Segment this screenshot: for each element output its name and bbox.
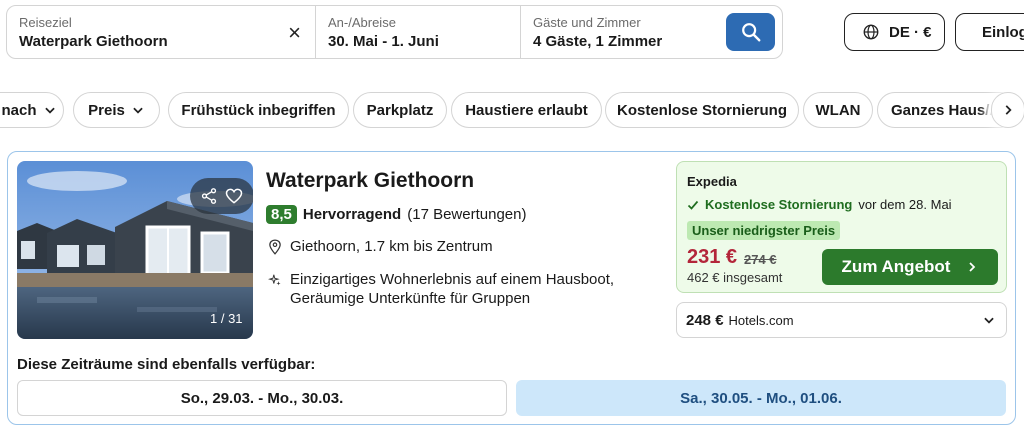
- date-option[interactable]: So., 29.03. - Mo., 30.03.: [17, 380, 507, 416]
- destination-field[interactable]: Reiseziel Waterpark Giethoorn ×: [7, 6, 316, 58]
- view-deal-button[interactable]: Zum Angebot: [822, 249, 998, 285]
- filter-chip-pets[interactable]: Haustiere erlaubt: [451, 92, 602, 128]
- login-label: Einloggen: [982, 23, 1024, 41]
- chevron-down-icon[interactable]: [982, 313, 996, 327]
- rating-score: 8,5: [266, 205, 297, 224]
- chevron-down-icon: [133, 107, 143, 114]
- search-button[interactable]: [726, 13, 775, 51]
- best-offer[interactable]: Expedia Kostenlose Stornierung vor dem 2…: [676, 161, 1007, 293]
- search-bar: Reiseziel Waterpark Giethoorn × An-/Abre…: [6, 5, 783, 59]
- offer-price: 231 €: [687, 246, 738, 268]
- filter-chip-label: nach: [1, 101, 37, 119]
- cancellation-highlight: Kostenlose Stornierung: [705, 197, 853, 212]
- offer-total: 462 € insgesamt: [687, 270, 783, 285]
- chevron-right-icon: [1005, 105, 1012, 115]
- location-text: Giethoorn, 1.7 km bis Zentrum: [290, 238, 493, 255]
- heart-icon[interactable]: [224, 186, 244, 206]
- close-icon[interactable]: ×: [288, 22, 301, 44]
- alt-offer-provider: Hotels.com: [728, 312, 794, 328]
- review-count[interactable]: (17 Bewertungen): [407, 206, 526, 223]
- alt-offer-price: 248 €: [686, 311, 724, 329]
- filters-next-button[interactable]: [991, 92, 1024, 128]
- checkmark-icon: [687, 200, 699, 210]
- filter-chip-wifi[interactable]: WLAN: [803, 92, 873, 128]
- location-pin-icon: [269, 239, 281, 255]
- chevron-right-icon: [969, 262, 976, 272]
- rating-label: Hervorragend: [302, 206, 402, 223]
- photo-counter: 1 / 31: [210, 311, 243, 326]
- filter-chip-label: Frühstück inbegriffen: [181, 101, 336, 119]
- guests-label: Gäste und Zimmer: [533, 15, 641, 30]
- destination-value[interactable]: Waterpark Giethoorn: [19, 33, 303, 50]
- filter-chip-free-cancellation[interactable]: Kostenlose Stornierung: [605, 92, 799, 128]
- features-line-2: Geräumige Unterkünfte für Gruppen: [290, 290, 531, 307]
- view-deal-label: Zum Angebot: [841, 257, 951, 276]
- filter-chip-label: Haustiere erlaubt: [465, 101, 588, 119]
- cancellation-info: Kostenlose Stornierung vor dem 28. Mai: [687, 197, 952, 212]
- offer-old-price: 274 €: [744, 252, 777, 267]
- dates-field[interactable]: An-/Abreise 30. Mai - 1. Juni: [316, 6, 521, 58]
- globe-icon: [863, 24, 879, 40]
- sparkle-icon: [268, 274, 281, 286]
- alternative-offer[interactable]: 248 € Hotels.com: [676, 302, 1007, 338]
- result-card[interactable]: 1 / 31 Waterpark Giethoorn 8,5 Hervorrag…: [7, 151, 1016, 425]
- hotel-photo[interactable]: 1 / 31: [17, 161, 253, 339]
- filter-chip-sort[interactable]: nach: [0, 92, 64, 128]
- filter-chip-price[interactable]: Preis: [73, 92, 160, 128]
- locale-label: DE · €: [889, 23, 932, 41]
- chevron-down-icon: [44, 107, 55, 114]
- features-line-1: Einzigartiges Wohnerlebnis auf einem Hau…: [290, 271, 615, 288]
- rating-row: 8,5 Hervorragend (17 Bewertungen): [266, 205, 526, 224]
- cancellation-deadline: vor dem 28. Mai: [858, 197, 952, 212]
- date-option-selected[interactable]: Sa., 30.05. - Mo., 01.06.: [516, 380, 1006, 416]
- location-row: Giethoorn, 1.7 km bis Zentrum: [268, 238, 493, 255]
- dates-label: An-/Abreise: [328, 15, 396, 30]
- hotel-name[interactable]: Waterpark Giethoorn: [266, 169, 474, 193]
- guests-field[interactable]: Gäste und Zimmer 4 Gäste, 1 Zimmer: [521, 6, 721, 58]
- filter-chip-label: Preis: [88, 101, 125, 119]
- dates-value[interactable]: 30. Mai - 1. Juni: [328, 33, 508, 50]
- filter-chip-label: Kostenlose Stornierung: [616, 101, 788, 119]
- offer-provider: Expedia: [687, 174, 737, 189]
- filter-chip-breakfast[interactable]: Frühstück inbegriffen: [168, 92, 349, 128]
- photo-actions: [190, 178, 253, 214]
- guests-value[interactable]: 4 Gäste, 1 Zimmer: [533, 33, 709, 50]
- share-icon[interactable]: [200, 187, 218, 205]
- login-button[interactable]: Einloggen: [955, 13, 1024, 51]
- features-row: Einzigartiges Wohnerlebnis auf einem Hau…: [268, 270, 614, 308]
- filter-chip-parking[interactable]: Parkplatz: [353, 92, 447, 128]
- filter-chip-label: WLAN: [815, 101, 861, 119]
- lowest-price-badge: Unser niedrigster Preis: [687, 221, 841, 240]
- filter-chip-label: Parkplatz: [366, 101, 434, 119]
- locale-button[interactable]: DE · €: [844, 13, 945, 51]
- search-icon: [741, 23, 760, 42]
- availability-label: Diese Zeiträume sind ebenfalls verfügbar…: [17, 356, 316, 373]
- destination-label: Reiseziel: [19, 15, 72, 30]
